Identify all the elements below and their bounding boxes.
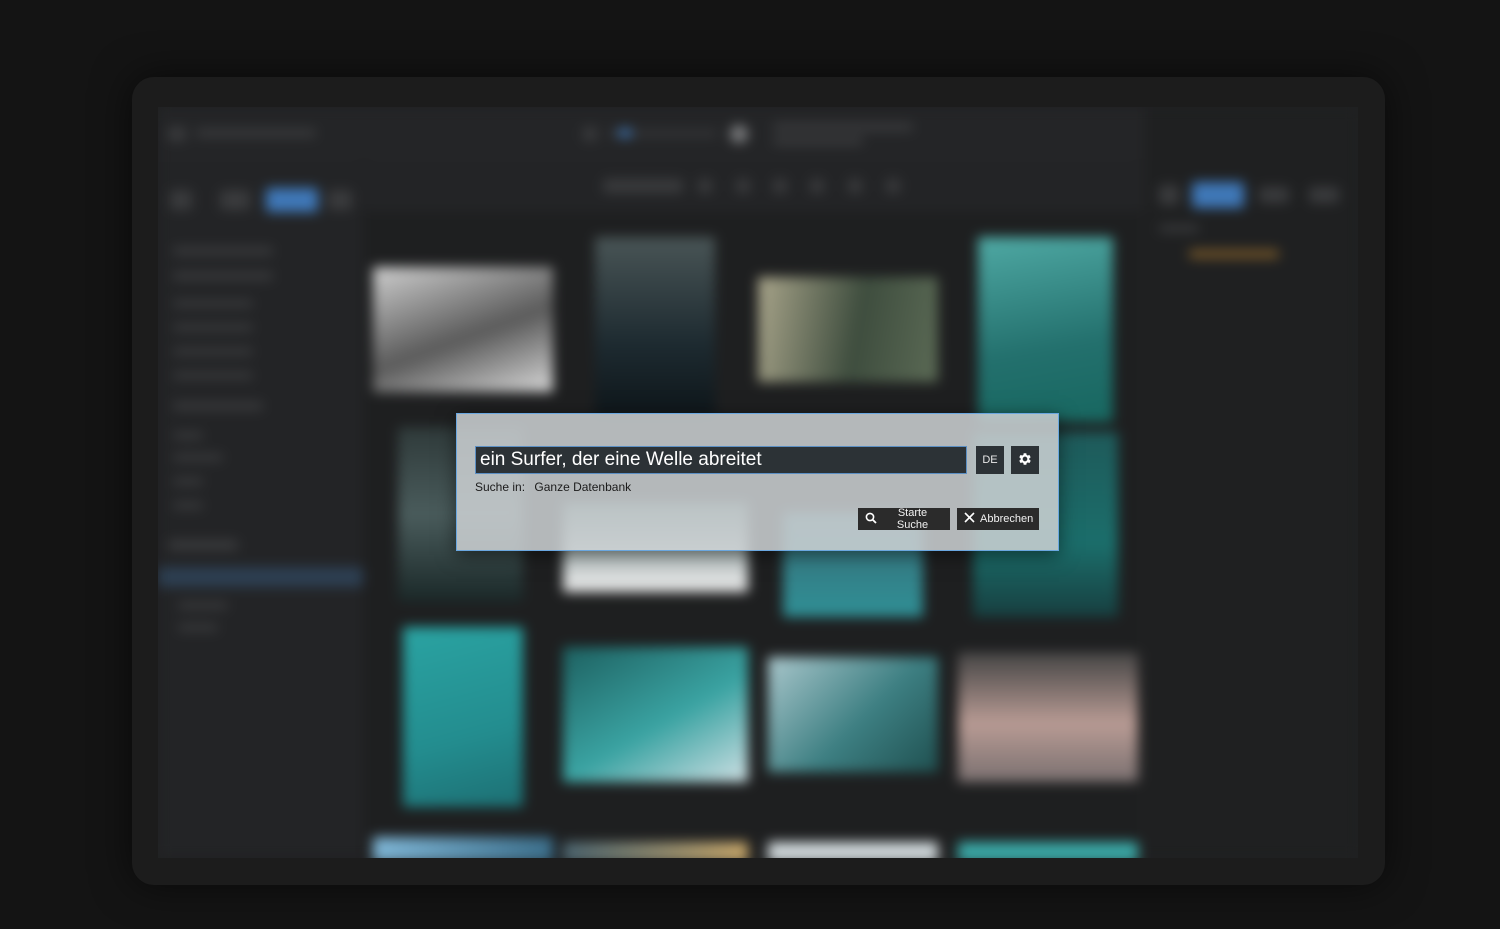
scope-value: Ganze Datenbank	[534, 480, 632, 494]
start-search-button[interactable]: Starte Suche	[858, 507, 950, 531]
cancel-label: Abbrechen	[980, 513, 1034, 525]
search-input[interactable]	[475, 446, 967, 474]
start-search-label: Starte Suche	[896, 507, 929, 531]
language-button[interactable]: DE	[976, 446, 1004, 474]
close-icon	[964, 512, 975, 526]
search-scope: Suche in: Ganze Datenbank	[475, 480, 637, 494]
right-sidebar	[1143, 107, 1358, 858]
search-icon	[865, 512, 877, 527]
cancel-button[interactable]: Abbrechen	[957, 508, 1039, 530]
search-dialog: DE Suche in: Ganze Datenbank Starte Such…	[456, 413, 1059, 551]
settings-button[interactable]	[1011, 446, 1039, 474]
gear-icon	[1017, 451, 1033, 470]
left-sidebar	[158, 162, 363, 858]
scope-label: Suche in:	[475, 480, 526, 494]
